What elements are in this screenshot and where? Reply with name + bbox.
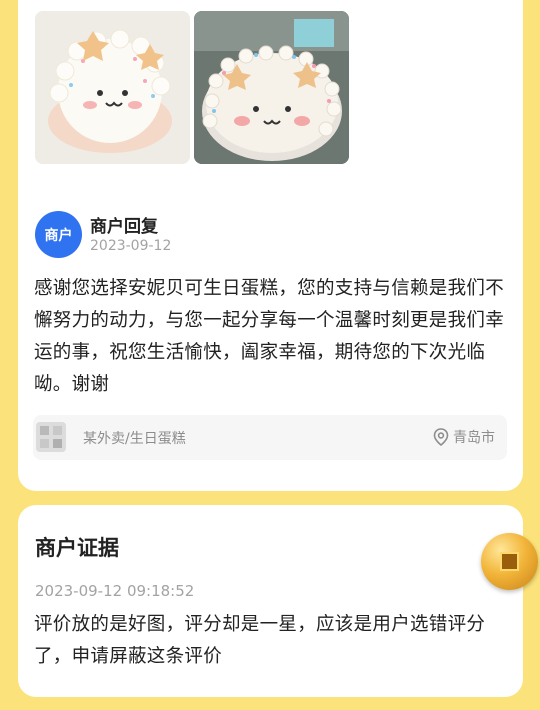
cake-photo-2[interactable] (194, 11, 349, 164)
evidence-title: 商户证据 (35, 536, 119, 560)
reply-text: 感谢您选择安妮贝可生日蛋糕，您的支持与信赖是我们不懈努力的动力，与您一起分享每一… (34, 278, 505, 395)
location-text: 青岛市 (453, 430, 495, 446)
merchant-avatar: 商户 (35, 211, 82, 258)
shop-thumbnail (36, 422, 66, 452)
location: 青岛市 (433, 427, 495, 447)
evidence-timestamp: 2023-09-12 09:18:52 (35, 582, 195, 600)
merchant-evidence-card: 商户证据 2023-09-12 09:18:52 评价放的是好图，评分却是一星，… (18, 505, 523, 697)
merchant-reply-label: 商户回复 (90, 217, 158, 237)
coin-square-hole (500, 552, 519, 571)
evidence-text: 评价放的是好图，评分却是一星，应该是用户选错评分了，申请屏蔽这条评价 (34, 614, 486, 667)
reply-date: 2023-09-12 (90, 238, 172, 254)
location-pin-icon (433, 428, 449, 446)
cake-photo-1[interactable] (35, 11, 190, 164)
shop-info-bar[interactable]: 某外卖/生日蛋糕 青岛市 (33, 415, 507, 460)
gold-coin-icon[interactable] (481, 533, 538, 590)
review-card: 商户 商户回复 2023-09-12 感谢您选择安妮贝可生日蛋糕，您的支持与信赖… (18, 0, 523, 491)
shop-name: 某外卖/生日蛋糕 (83, 431, 186, 447)
